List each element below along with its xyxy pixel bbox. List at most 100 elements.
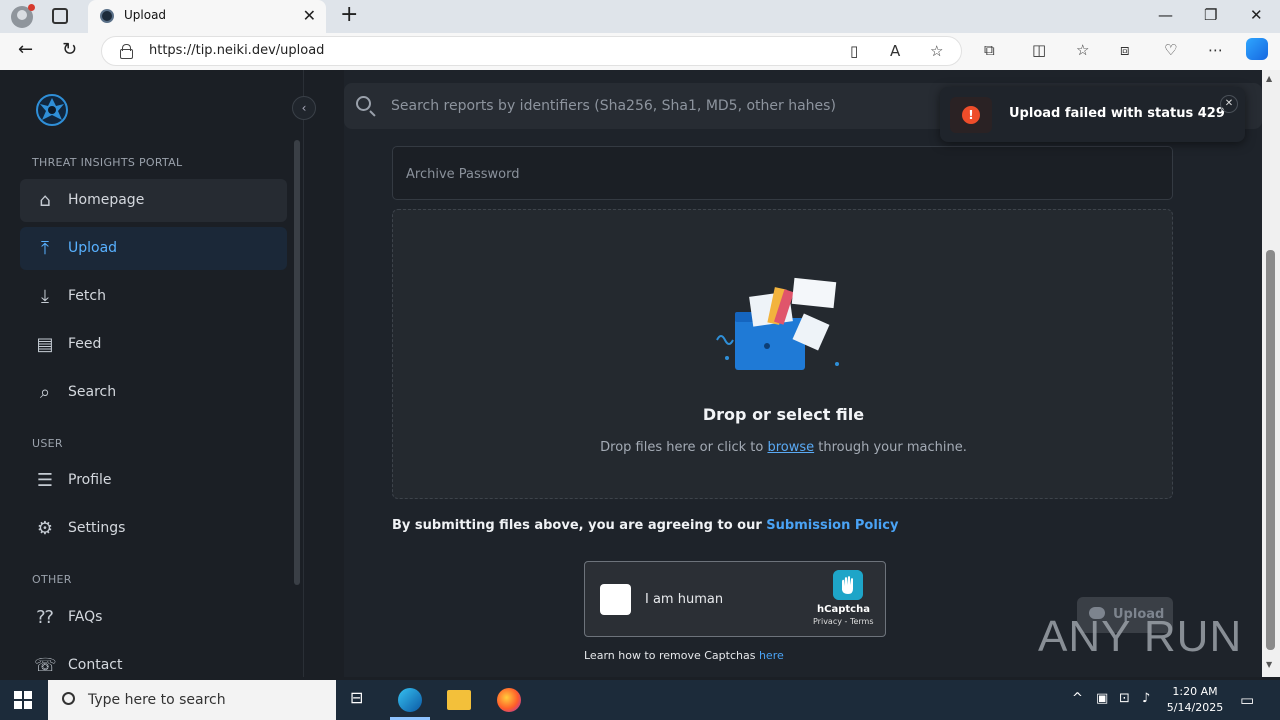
browser-tab[interactable]: Upload ✕ xyxy=(88,0,326,33)
sidebar-item-feed[interactable]: ▤ Feed xyxy=(20,323,287,366)
error-icon: ! xyxy=(962,106,980,124)
page-scrollbar[interactable]: ▲ ▼ xyxy=(1262,70,1280,677)
dropzone-sub-before: Drop files here or click to xyxy=(600,440,768,455)
browser-tabstrip: Upload ✕ + — ❐ ✕ xyxy=(0,0,1280,33)
window-close-icon[interactable]: ✕ xyxy=(1250,6,1263,24)
agreement-text: By submitting files above, you are agree… xyxy=(392,518,767,533)
collections-icon[interactable]: ⧈ xyxy=(1120,41,1130,59)
contact-icon: ☏ xyxy=(34,655,57,676)
app-viewport: THREAT INSIGHTS PORTAL ⌂ Homepage ⤒ Uplo… xyxy=(4,70,1262,677)
sidebar-item-label: Search xyxy=(68,384,117,400)
system-clock[interactable]: 1:20 AM 5/14/2025 xyxy=(1166,684,1224,716)
tab-actions-icon[interactable] xyxy=(52,8,68,24)
firefox-icon[interactable] xyxy=(497,688,521,712)
home-icon: ⌂ xyxy=(39,190,51,211)
captcha-terms-link[interactable]: Privacy - Terms xyxy=(813,617,874,626)
extensions-icon[interactable]: ⧉ xyxy=(984,41,995,59)
reader-icon[interactable]: ▯ xyxy=(850,42,858,60)
browser-essentials-icon[interactable]: ♡ xyxy=(1164,41,1177,59)
error-toast: ! Upload failed with status 429 ✕ xyxy=(940,87,1245,142)
search-icon xyxy=(356,96,371,111)
address-bar[interactable]: https://tip.neiki.dev/upload ▯ A ☆ xyxy=(101,36,962,66)
url-text[interactable]: https://tip.neiki.dev/upload xyxy=(149,43,324,58)
toast-message: Upload failed with status 429 xyxy=(1009,106,1225,121)
sidebar-item-homepage[interactable]: ⌂ Homepage xyxy=(20,179,287,222)
sidebar-item-label: Fetch xyxy=(68,288,106,304)
sidebar-item-profile[interactable]: ☰ Profile xyxy=(20,459,287,502)
new-tab-icon[interactable]: + xyxy=(340,2,358,27)
portal-logo-icon xyxy=(36,94,68,126)
refresh-icon[interactable]: ↻ xyxy=(62,39,77,60)
scrollbar-thumb[interactable] xyxy=(1266,250,1275,650)
report-search-input[interactable] xyxy=(391,94,991,118)
taskbar-search-placeholder: Type here to search xyxy=(88,692,226,708)
dropzone-subtitle: Drop files here or click to browse throu… xyxy=(393,440,1174,455)
windows-taskbar: Type here to search ⊟ ^ ▣ ⊡ ♪ 1:20 AM 5/… xyxy=(0,680,1280,720)
sidebar-item-label: Upload xyxy=(68,240,118,256)
sidebar-item-label: FAQs xyxy=(68,609,103,625)
more-menu-icon[interactable]: ⋯ xyxy=(1208,41,1223,59)
split-screen-icon[interactable]: ◫ xyxy=(1032,41,1046,59)
archive-password-input[interactable] xyxy=(406,163,1106,185)
learn-text: Learn how to remove Captchas xyxy=(584,649,759,662)
sidebar-item-contact[interactable]: ☏ Contact xyxy=(20,644,287,677)
file-explorer-icon[interactable] xyxy=(447,690,471,710)
favorites-icon[interactable]: ☆ xyxy=(1076,41,1089,59)
remove-captcha-note: Learn how to remove Captchas here xyxy=(584,649,784,662)
sidebar-scrollbar[interactable] xyxy=(294,140,300,585)
sidebar-item-fetch[interactable]: ⤓ Fetch xyxy=(20,275,287,318)
lock-icon[interactable] xyxy=(120,44,133,59)
anyrun-watermark: ANY RUN xyxy=(1038,612,1243,661)
search-icon: ⌕ xyxy=(39,382,51,403)
meet-now-icon[interactable]: ▣ xyxy=(1096,691,1108,706)
hcaptcha-logo-icon xyxy=(833,570,863,600)
sidebar-item-settings[interactable]: ⚙ Settings xyxy=(20,507,287,550)
copilot-icon[interactable] xyxy=(1246,38,1268,60)
section-label-other: OTHER xyxy=(32,573,72,586)
read-aloud-icon[interactable]: A xyxy=(890,42,900,60)
folder-files-illustration xyxy=(716,277,839,370)
captcha-checkbox[interactable] xyxy=(600,584,631,615)
sidebar-item-label: Feed xyxy=(68,336,102,352)
collapse-sidebar-button[interactable]: ‹ xyxy=(292,96,316,120)
submission-agreement: By submitting files above, you are agree… xyxy=(392,518,898,533)
volume-icon[interactable]: ♪ xyxy=(1142,691,1150,706)
site-favicon-icon xyxy=(100,9,114,23)
scroll-up-icon[interactable]: ▲ xyxy=(1266,74,1272,83)
sidebar-item-search[interactable]: ⌕ Search xyxy=(20,371,287,414)
tray-overflow-icon[interactable]: ^ xyxy=(1072,691,1083,706)
network-icon[interactable]: ⊡ xyxy=(1119,691,1130,706)
file-dropzone[interactable]: Drop or select file Drop files here or c… xyxy=(392,209,1173,499)
hcaptcha-widget: I am human hCaptcha Privacy - Terms xyxy=(584,561,886,637)
toast-close-icon[interactable]: ✕ xyxy=(1220,95,1238,113)
clock-time: 1:20 AM xyxy=(1172,685,1218,698)
task-view-icon[interactable]: ⊟ xyxy=(350,688,374,712)
section-label-user: USER xyxy=(32,437,63,450)
edge-browser-icon[interactable] xyxy=(398,688,422,712)
scroll-down-icon[interactable]: ▼ xyxy=(1266,660,1272,669)
sidebar-item-faqs[interactable]: ⁇ FAQs xyxy=(20,596,287,639)
archive-password-field[interactable] xyxy=(392,146,1173,200)
favorite-star-icon[interactable]: ☆ xyxy=(930,42,943,60)
taskbar-search-box[interactable]: Type here to search xyxy=(48,680,336,720)
submission-policy-link[interactable]: Submission Policy xyxy=(766,518,898,533)
tab-title: Upload xyxy=(124,8,167,22)
sidebar-item-upload[interactable]: ⤒ Upload xyxy=(20,227,287,270)
profile-notification-dot xyxy=(28,4,35,11)
back-icon[interactable]: ← xyxy=(18,39,33,60)
sidebar-item-label: Homepage xyxy=(68,192,145,208)
gear-icon: ⚙ xyxy=(36,518,54,539)
clock-date: 5/14/2025 xyxy=(1166,701,1224,714)
search-icon xyxy=(62,692,75,705)
tab-close-icon[interactable]: ✕ xyxy=(303,6,316,25)
notifications-icon[interactable]: ▭ xyxy=(1240,691,1254,709)
sidebar: THREAT INSIGHTS PORTAL ⌂ Homepage ⤒ Uplo… xyxy=(4,70,304,677)
main-content: Drop or select file Drop files here or c… xyxy=(344,70,1262,677)
windows-start-icon[interactable] xyxy=(14,691,32,709)
captcha-label: I am human xyxy=(645,592,724,607)
restore-icon[interactable]: ❐ xyxy=(1204,6,1217,24)
minimize-icon[interactable]: — xyxy=(1158,6,1173,24)
browse-link[interactable]: browse xyxy=(767,440,814,455)
remove-captcha-link[interactable]: here xyxy=(759,649,784,662)
sidebar-item-label: Profile xyxy=(68,472,112,488)
